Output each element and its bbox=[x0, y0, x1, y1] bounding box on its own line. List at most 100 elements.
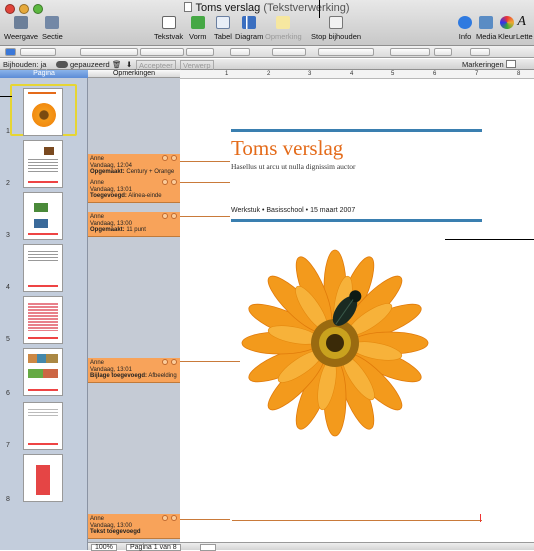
accept-change-icon[interactable] bbox=[162, 515, 168, 521]
top-rule bbox=[231, 129, 482, 132]
info-icon bbox=[458, 16, 472, 29]
text-color-well[interactable] bbox=[230, 48, 250, 56]
markings-label: Markeringen bbox=[462, 60, 504, 69]
tracking-status-label: Bijhouden: ja bbox=[3, 60, 47, 69]
document-icon bbox=[184, 2, 193, 12]
page-thumbnail[interactable] bbox=[23, 296, 63, 344]
comments-panel: Opmerkingen Anne Vandaag, 12:04 Opgemaak… bbox=[88, 70, 180, 542]
toolbar-diagram-button[interactable]: Diagram bbox=[235, 16, 263, 41]
toolbar-media-button[interactable]: Media bbox=[476, 16, 496, 41]
window-titlebar: Toms verslag (Tekstverwerking) Weergave … bbox=[0, 0, 534, 46]
media-icon bbox=[479, 16, 494, 29]
accept-change-icon[interactable] bbox=[162, 359, 168, 365]
bold-italic-underline-buttons[interactable] bbox=[272, 48, 306, 56]
font-size-field[interactable] bbox=[186, 48, 214, 56]
window-title: Toms verslag (Tekstverwerking) bbox=[0, 2, 534, 14]
markings-popup[interactable] bbox=[506, 60, 516, 68]
page-thumbnail[interactable] bbox=[23, 244, 63, 292]
page-thumbnail[interactable] bbox=[23, 192, 63, 240]
font-style-popup[interactable] bbox=[140, 48, 184, 56]
reject-change-icon[interactable] bbox=[171, 359, 177, 365]
flower-image[interactable] bbox=[240, 248, 430, 438]
tracking-paused-label: gepauzeerd bbox=[70, 60, 110, 69]
alignment-buttons[interactable] bbox=[318, 48, 374, 56]
page-number: 7 bbox=[6, 442, 10, 449]
page-number: 8 bbox=[6, 496, 10, 503]
chart-icon bbox=[242, 16, 257, 29]
comment-bubble[interactable]: Anne Vandaag, 13:00 Opgemaakt: 11 punt bbox=[88, 212, 180, 237]
page-number: 6 bbox=[6, 390, 10, 397]
page-thumbnail[interactable] bbox=[23, 402, 63, 450]
view-icon bbox=[14, 16, 29, 29]
shape-icon bbox=[190, 16, 205, 29]
page-number: 5 bbox=[6, 336, 10, 343]
flower-thumbnail-image bbox=[32, 103, 56, 127]
trash-icon[interactable]: 🗑 bbox=[112, 60, 122, 69]
toolbar-tabel-button[interactable]: Tabel bbox=[214, 16, 232, 41]
reject-change-icon[interactable] bbox=[171, 179, 177, 185]
comment-bubble[interactable]: Anne Vandaag, 13:00 Tekst toegevoegd bbox=[88, 514, 180, 539]
document-subtitle[interactable]: Hasellus ut arcu ut nulla dignissim auct… bbox=[231, 162, 356, 171]
font-family-popup[interactable] bbox=[80, 48, 138, 56]
toolbar-info-button[interactable]: Info bbox=[458, 16, 472, 41]
document-canvas[interactable]: 1 2 3 4 5 6 7 8 Toms verslag Hasellus ut… bbox=[180, 70, 534, 542]
comment-connector bbox=[180, 182, 230, 183]
accept-change-icon[interactable] bbox=[162, 179, 168, 185]
page-thumbnail[interactable] bbox=[23, 454, 63, 502]
comment-connector bbox=[180, 216, 230, 217]
toolbar-sectie-button[interactable]: Sectie bbox=[42, 16, 63, 41]
toolbar-weergave-button[interactable]: Weergave bbox=[4, 16, 38, 41]
font-icon: A bbox=[517, 14, 526, 29]
horizontal-ruler[interactable]: 1 2 3 4 5 6 7 8 bbox=[180, 70, 534, 79]
toolbar-lettertype-button[interactable]: A Lette bbox=[516, 14, 533, 42]
page-thumbnail[interactable] bbox=[23, 348, 63, 396]
callout-line bbox=[0, 96, 12, 97]
comment-bubble[interactable]: Anne Vandaag, 13:01 Toegevoegd: Alinea-e… bbox=[88, 178, 180, 203]
comment-bubble[interactable]: Anne Vandaag, 12:04 Opgemaakt: Century +… bbox=[88, 154, 180, 179]
toolbar-stop-bijhouden-button[interactable]: Stop bijhouden bbox=[311, 16, 361, 41]
comment-bubble[interactable]: Anne Vandaag, 13:01 Bijlage toegevoegd: … bbox=[88, 358, 180, 383]
bottom-text-line bbox=[232, 520, 482, 521]
track-changes-bar: Bijhouden: ja gepauzeerd 🗑 ⬇ Accepteer V… bbox=[0, 59, 534, 71]
format-bar bbox=[0, 46, 534, 58]
styles-drawer-button[interactable] bbox=[5, 48, 16, 56]
reject-change-icon[interactable] bbox=[171, 515, 177, 521]
comments-panel-header: Opmerkingen bbox=[88, 70, 180, 78]
list-popup[interactable] bbox=[470, 48, 490, 56]
arrow-down-icon[interactable]: ⬇ bbox=[126, 60, 132, 69]
line-spacing-popup[interactable] bbox=[390, 48, 430, 56]
page-thumbnail[interactable] bbox=[23, 140, 63, 188]
comment-connector bbox=[180, 161, 230, 162]
track-stop-icon bbox=[329, 16, 344, 29]
toolbar-vorm-button[interactable]: Vorm bbox=[189, 16, 207, 41]
window-app-suffix: (Tekstverwerking) bbox=[263, 2, 350, 14]
pages-panel-header: Pagina bbox=[0, 70, 88, 78]
bottom-rule bbox=[231, 219, 482, 222]
reject-change-icon[interactable] bbox=[171, 213, 177, 219]
page-number: 3 bbox=[6, 232, 10, 239]
status-bar: 100% Pagina 1 van 8 bbox=[88, 542, 534, 551]
section-icon bbox=[45, 16, 60, 29]
comment-icon bbox=[276, 16, 291, 29]
document-meta[interactable]: Werkstuk • Basisschool • 15 maart 2007 bbox=[231, 207, 355, 214]
accept-change-icon[interactable] bbox=[162, 213, 168, 219]
accept-change-icon[interactable] bbox=[162, 155, 168, 161]
color-icon bbox=[499, 16, 514, 29]
page-thumbnail[interactable] bbox=[23, 88, 63, 136]
callout-line bbox=[319, 0, 320, 18]
toolbar-opmerking-button[interactable]: Opmerking bbox=[265, 16, 302, 41]
paragraph-style-popup[interactable] bbox=[20, 48, 56, 56]
page-number: 4 bbox=[6, 284, 10, 291]
tracking-toggle[interactable] bbox=[56, 61, 68, 68]
table-icon bbox=[215, 16, 230, 29]
comment-connector bbox=[180, 361, 240, 362]
textbox-icon bbox=[161, 16, 176, 29]
page-number: 2 bbox=[6, 180, 10, 187]
reject-change-icon[interactable] bbox=[171, 155, 177, 161]
toolbar-tekstvak-button[interactable]: Tekstvak bbox=[154, 16, 183, 41]
comment-connector bbox=[180, 519, 230, 520]
toolbar-kleur-button[interactable]: Kleur bbox=[498, 16, 516, 41]
document-title[interactable]: Toms verslag bbox=[231, 136, 343, 161]
page-number: 1 bbox=[6, 128, 10, 135]
columns-popup[interactable] bbox=[434, 48, 452, 56]
